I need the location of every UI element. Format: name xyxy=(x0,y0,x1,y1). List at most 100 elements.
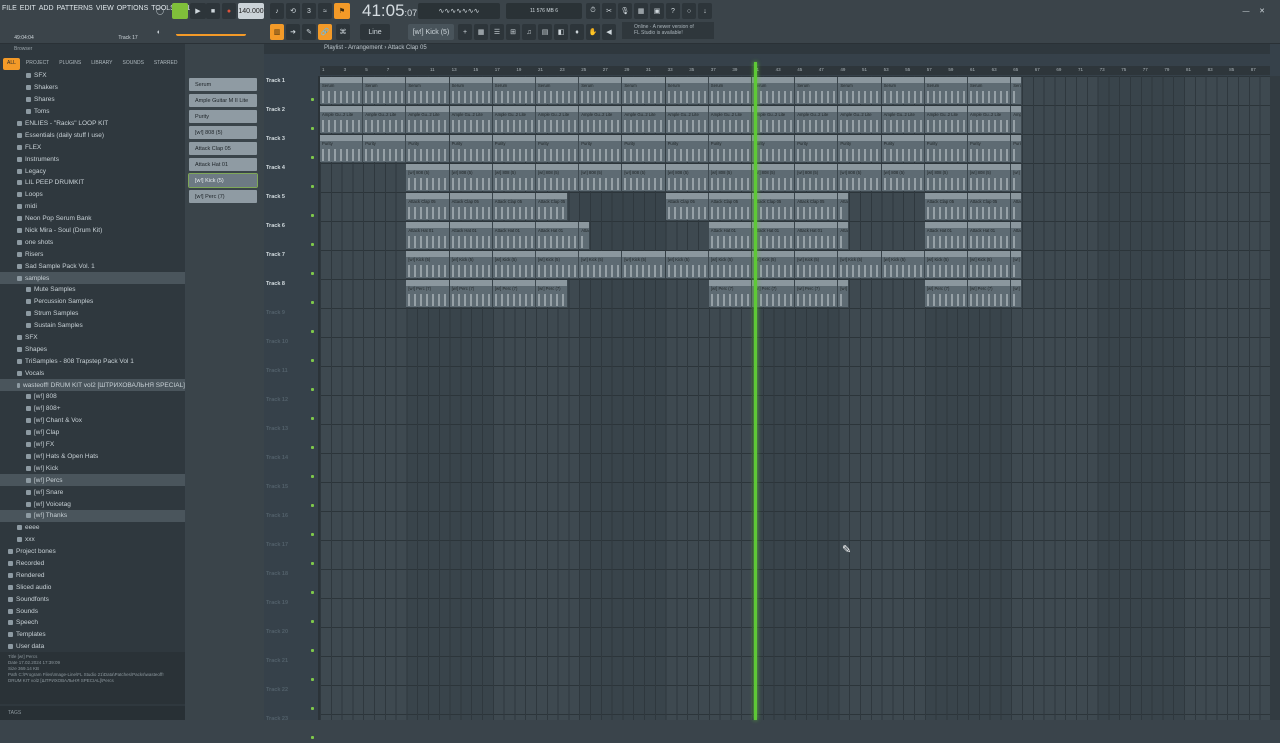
track-mute-led[interactable] xyxy=(311,185,314,188)
pattern-clip[interactable]: Attack Hat 01 xyxy=(968,222,1011,249)
pattern-clip[interactable]: Purity xyxy=(838,135,881,162)
menu-patterns[interactable]: PATTERNS xyxy=(57,5,93,12)
pattern-clip[interactable]: [w!] 808 (5) xyxy=(406,164,449,191)
browser-item[interactable]: Essentials (daily stuff I use) xyxy=(0,129,185,141)
pattern-clip[interactable]: Serum xyxy=(579,77,622,104)
grid-icon[interactable]: ▦ xyxy=(474,24,488,40)
browser-item[interactable]: [w!] 808+ xyxy=(0,403,185,415)
browser-item[interactable]: Recorded xyxy=(0,558,185,570)
browser-icon[interactable]: ◧ xyxy=(554,24,568,40)
playhead[interactable] xyxy=(754,62,757,720)
browser-item[interactable]: User data xyxy=(0,641,185,653)
pattern-clip[interactable]: Serum xyxy=(795,77,838,104)
play-button[interactable]: ▶ xyxy=(190,3,206,19)
browser-item[interactable]: Legacy xyxy=(0,165,185,177)
pattern-clip[interactable]: Ample Gu..2 Lite xyxy=(1011,106,1021,133)
track-header[interactable]: Track 16 xyxy=(266,511,318,540)
pattern-clip[interactable]: [w!] 808 (5) xyxy=(708,164,751,191)
track-header[interactable]: Track 14 xyxy=(266,453,318,482)
browser-item[interactable]: xxx xyxy=(0,534,185,546)
tempo-icon[interactable]: ⏱ xyxy=(586,3,600,19)
browser-item[interactable]: Risers xyxy=(0,248,185,260)
help-icon[interactable]: ? xyxy=(666,3,680,19)
mixer-view-icon[interactable]: ⊞ xyxy=(506,24,520,40)
browser-item[interactable]: Sounds xyxy=(0,605,185,617)
pattern-clip[interactable]: Purity xyxy=(579,135,622,162)
pattern-clip[interactable]: [w!] Perc (7) xyxy=(924,280,967,307)
pattern-clip[interactable]: Ample Gu..2 Lite xyxy=(968,106,1011,133)
browser-item[interactable]: Shapes xyxy=(0,343,185,355)
pattern-clip[interactable]: [w!] Perc (7) xyxy=(449,280,492,307)
track-header[interactable]: Track 3 xyxy=(266,134,318,163)
track-header[interactable]: Track 11 xyxy=(266,366,318,395)
browser-item[interactable]: Mute Samples xyxy=(0,284,185,296)
channel-button[interactable]: Purity xyxy=(189,110,257,123)
browser-item[interactable]: Shakers xyxy=(0,82,185,94)
channel-button[interactable]: Attack Hat 01 xyxy=(189,158,257,171)
pattern-clip[interactable]: Ample Gu..2 Lite xyxy=(622,106,665,133)
pattern-clip[interactable]: Attack Clap 05 xyxy=(838,193,849,220)
pattern-clip[interactable]: Ample Gu..2 Lite xyxy=(708,106,751,133)
pattern-clip[interactable]: [w!] 808 (5) xyxy=(881,164,924,191)
pattern-clip[interactable]: Ample Gu..2 Lite xyxy=(752,106,795,133)
pattern-clip[interactable]: Attack Clap 05 xyxy=(708,193,751,220)
pattern-clip[interactable]: Purity xyxy=(968,135,1011,162)
browser-item[interactable]: [w!] Clap xyxy=(0,427,185,439)
link-icon[interactable]: 🔗 xyxy=(318,24,332,40)
download-icon[interactable]: ↓ xyxy=(698,3,712,19)
pattern-song-toggle[interactable] xyxy=(172,3,188,19)
pattern-clip[interactable]: [w!] Perc (7) xyxy=(406,280,449,307)
plugin-icon[interactable]: ♦ xyxy=(570,24,584,40)
track-mute-led[interactable] xyxy=(311,446,314,449)
pattern-clip[interactable]: Serum xyxy=(665,77,708,104)
browser-item[interactable]: [w!] Snare xyxy=(0,486,185,498)
mic-icon[interactable]: 🎙 xyxy=(618,3,632,19)
browser-item[interactable]: midi xyxy=(0,201,185,213)
browser-item[interactable]: Nick Mira - Soul (Drum Kit) xyxy=(0,225,185,237)
browser-item[interactable]: SFX xyxy=(0,332,185,344)
pattern-clip[interactable]: Ample Gu..2 Lite xyxy=(320,106,363,133)
browser-item[interactable]: ENLIES - "Racks" LOOP KIT xyxy=(0,118,185,130)
channel-rack-icon[interactable]: ▤ xyxy=(538,24,552,40)
menu-edit[interactable]: EDIT xyxy=(20,5,36,12)
close-icon[interactable]: ✕ xyxy=(1256,3,1268,19)
track-header[interactable]: Track 15 xyxy=(266,482,318,511)
browser-tab-plugins[interactable]: PLUGINS xyxy=(55,58,85,70)
pattern-clip[interactable]: Attack Clap 05 xyxy=(449,193,492,220)
pattern-clip[interactable]: Purity xyxy=(536,135,579,162)
record-button[interactable]: ● xyxy=(222,3,236,19)
tempo-display[interactable]: 140.000 xyxy=(238,3,264,19)
pattern-clip[interactable]: [w!] 808 (5) xyxy=(795,164,838,191)
menu-view[interactable]: VIEW xyxy=(96,5,114,12)
track-mute-led[interactable] xyxy=(311,504,314,507)
power-icon[interactable]: ◯ xyxy=(152,3,168,19)
pattern-clip[interactable]: [w!] Kick (5) xyxy=(665,251,708,278)
browser-item[interactable]: [w!] Kick xyxy=(0,462,185,474)
pattern-clip[interactable]: [w!] Perc (7) xyxy=(795,280,838,307)
pattern-clip[interactable]: Purity xyxy=(752,135,795,162)
pattern-clip[interactable]: [w!] 808 (5) xyxy=(579,164,622,191)
pattern-clip[interactable]: Attack Clap 05 xyxy=(795,193,838,220)
track-mute-led[interactable] xyxy=(311,98,314,101)
countdown-icon[interactable]: 3 xyxy=(302,3,316,19)
pattern-clip[interactable]: Ample Gu..2 Lite xyxy=(363,106,406,133)
pattern-clip[interactable]: Serum xyxy=(838,77,881,104)
track-header[interactable]: Track 2 xyxy=(266,105,318,134)
track-header[interactable]: Track 21 xyxy=(266,656,318,685)
pattern-clip[interactable]: [w!] 808 (5) xyxy=(838,164,881,191)
pattern-clip[interactable]: Purity xyxy=(924,135,967,162)
browser-item[interactable]: [w!] Hats & Open Hats xyxy=(0,451,185,463)
pattern-clip[interactable]: [w!] 808 (5) xyxy=(622,164,665,191)
track-mute-led[interactable] xyxy=(311,736,314,739)
pattern-clip[interactable]: Attack Hat 01 xyxy=(492,222,535,249)
browser-item[interactable]: Strum Samples xyxy=(0,308,185,320)
pattern-clip[interactable]: Serum xyxy=(752,77,795,104)
track-header[interactable]: Track 12 xyxy=(266,395,318,424)
pattern-clip[interactable]: [w!] Perc (7) xyxy=(752,280,795,307)
browser-item[interactable]: Loops xyxy=(0,189,185,201)
wait-record-icon[interactable]: ⚑ xyxy=(334,3,350,19)
channel-button[interactable]: Attack Clap 05 xyxy=(189,142,257,155)
master-volume-slider[interactable] xyxy=(176,28,246,36)
pattern-clip[interactable]: Attack Clap 05 xyxy=(924,193,967,220)
browser-item[interactable]: Speech xyxy=(0,617,185,629)
